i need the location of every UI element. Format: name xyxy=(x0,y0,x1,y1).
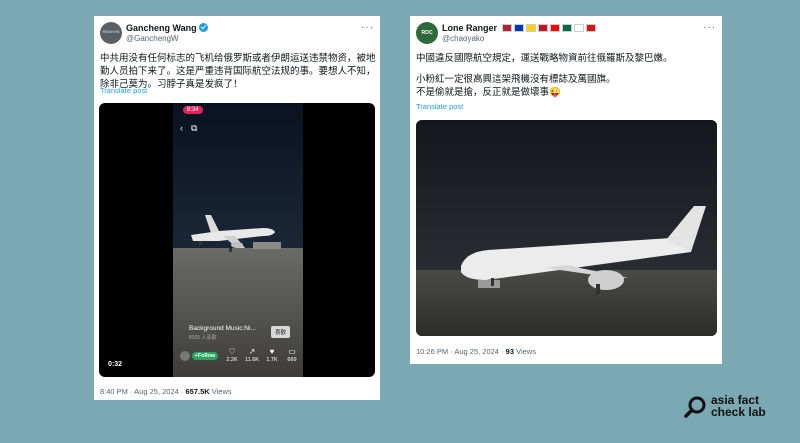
like-count: 2.2K xyxy=(226,357,238,363)
share-icon: ↗ xyxy=(248,347,256,356)
follow-button[interactable]: +Follow xyxy=(191,352,219,360)
avatar-text: RNNKHN xyxy=(102,29,120,34)
heart-stat[interactable]: ♥ 1.7K xyxy=(265,347,279,363)
back-chevron-icon[interactable]: ‹ xyxy=(180,123,183,133)
avatar[interactable]: RNNKHN xyxy=(100,22,122,44)
tweet-text-line1: 中國違反國際航空規定，運送戰略物資前往俄羅斯及黎巴嫩。 xyxy=(416,53,673,64)
flag-icon xyxy=(549,24,560,32)
views-label: Views xyxy=(209,387,232,396)
more-options-icon[interactable]: ··· xyxy=(703,22,716,33)
user-handle[interactable]: @chaoyako xyxy=(442,34,484,43)
timestamp[interactable]: 10:26 PM · Aug 25, 2024 · xyxy=(416,347,506,356)
like-icon: ♡ xyxy=(228,347,236,356)
tweet-meta: 8:40 PM · Aug 25, 2024 · 657.5K Views xyxy=(100,387,232,396)
music-likes: 8305 人喜歡 xyxy=(189,335,217,341)
avatar-text: ROC xyxy=(421,30,433,36)
flag-icon xyxy=(537,24,548,32)
heart-count: 1.7K xyxy=(266,357,278,363)
tweet-card-lone-ranger: ROC Lone Ranger @chaoyako ··· 中國違反國際航空規定… xyxy=(410,16,722,364)
user-name[interactable]: Gancheng Wang xyxy=(126,23,208,33)
asia-fact-check-lab-logo: asia fact check lab xyxy=(684,392,794,424)
flag-icon xyxy=(525,24,536,32)
more-options-icon[interactable]: ··· xyxy=(361,22,374,33)
verified-badge-icon xyxy=(198,23,208,32)
airplane-image xyxy=(461,206,706,294)
comment-stat[interactable]: ▭ 669 xyxy=(285,347,299,363)
user-name[interactable]: Lone Ranger xyxy=(442,23,596,33)
comment-count: 669 xyxy=(287,357,297,363)
magnifier-icon xyxy=(684,396,706,418)
translate-post-link[interactable]: Translate post xyxy=(100,86,147,95)
phone-nav: ‹ ⧉ xyxy=(180,123,205,134)
follow-group: +Follow xyxy=(180,351,219,361)
like-stat[interactable]: ♡ 2.2K xyxy=(225,347,239,363)
video-duration: 0:32 xyxy=(108,361,123,368)
time-pill: 8:34 xyxy=(183,106,203,114)
tweet-video[interactable]: 8:34 ‹ ⧉ Background Music:Ni... 8305 人喜歡 … xyxy=(99,103,375,377)
tweet-text-line3: 不是偷就是搶，反正就是做壞事😜 xyxy=(416,87,561,98)
tweet-card-gancheng: RNNKHN Gancheng Wang @GanchengW ··· 中共用没… xyxy=(94,16,380,400)
tweet-image[interactable] xyxy=(416,120,717,336)
user-handle[interactable]: @GanchengW xyxy=(126,34,179,43)
tweet-meta: 10:26 PM · Aug 25, 2024 · 93 Views xyxy=(416,347,536,356)
views-count: 657.5K xyxy=(185,387,210,396)
logo-line2: check lab xyxy=(711,405,766,419)
flag-icon xyxy=(585,24,596,32)
music-title: Background Music:Ni... xyxy=(189,325,256,332)
logo-text: asia fact check lab xyxy=(711,394,766,418)
user-name-text: Gancheng Wang xyxy=(126,23,197,33)
avatar[interactable]: ROC xyxy=(416,22,438,44)
timestamp[interactable]: 8:40 PM · Aug 25, 2024 · xyxy=(100,387,185,396)
share-stat[interactable]: ↗ 11.6K xyxy=(245,347,259,363)
translate-post-link[interactable]: Translate post xyxy=(416,102,463,111)
creator-avatar[interactable] xyxy=(180,351,190,361)
flag-icon xyxy=(513,24,524,32)
comment-icon: ▭ xyxy=(288,347,296,356)
video-frame: 8:34 ‹ ⧉ Background Music:Ni... 8305 人喜歡 … xyxy=(173,103,303,377)
flag-icon xyxy=(573,24,584,32)
tweet-header: RNNKHN Gancheng Wang @GanchengW ··· xyxy=(100,22,374,50)
share-count: 11.6K xyxy=(245,357,259,363)
flag-emojis xyxy=(501,24,596,32)
heart-icon: ♥ xyxy=(269,347,275,356)
tweet-header: ROC Lone Ranger @chaoyako ··· xyxy=(416,22,716,50)
user-name-text: Lone Ranger xyxy=(442,23,498,33)
tweet-text-line2: 小粉紅一定很高興這架飛機沒有標誌及萬國旗。 xyxy=(416,74,616,85)
tweet-text: 中國違反國際航空規定，運送戰略物資前往俄羅斯及黎巴嫩。 小粉紅一定很高興這架飛機… xyxy=(416,52,716,99)
flag-icon xyxy=(561,24,572,32)
video-stats: ♡ 2.2K ↗ 11.6K ♥ 1.7K ▭ 669 xyxy=(225,347,299,363)
like-music-button[interactable]: 喜歡 xyxy=(271,326,291,338)
views-count: 93 xyxy=(505,347,514,356)
views-label: Views xyxy=(514,347,536,356)
flag-icon xyxy=(501,24,512,32)
cast-icon[interactable]: ⧉ xyxy=(191,123,197,133)
